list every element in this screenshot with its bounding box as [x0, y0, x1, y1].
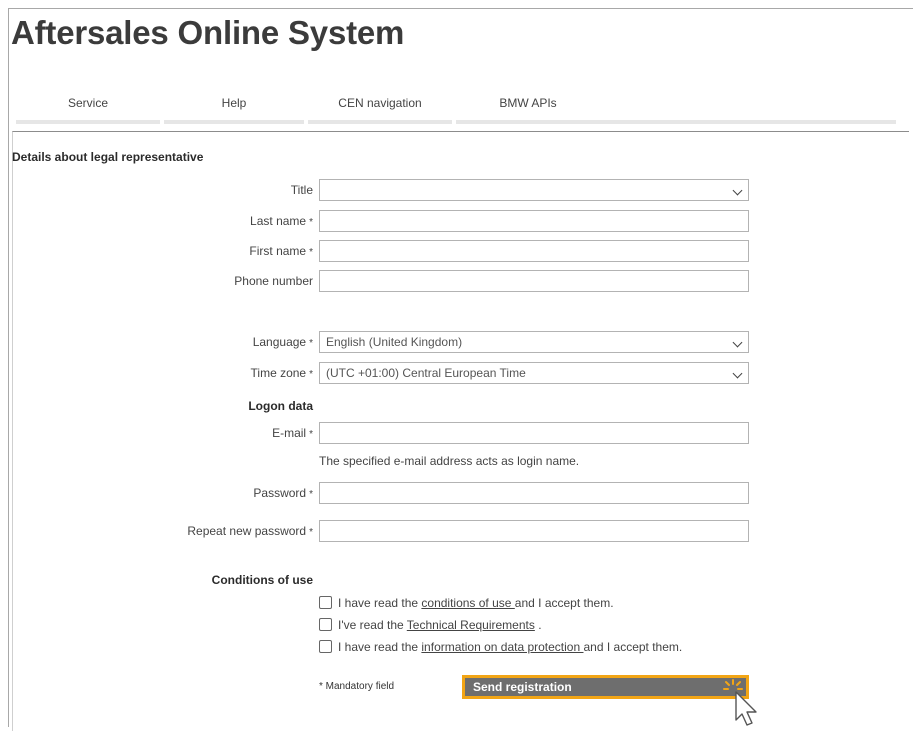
conditions-of-use-row: I have read the conditions of use and I … [319, 596, 614, 612]
send-registration-button[interactable]: Send registration [462, 675, 749, 699]
section-title: Details about legal representative [12, 150, 204, 164]
language-select-value: English (United Kingdom) [326, 335, 463, 349]
data-protection-row: I have read the information on data prot… [319, 640, 682, 656]
repeat-password-label: Repeat new password * [187, 524, 313, 538]
language-select[interactable]: English (United Kingdom) [319, 331, 749, 353]
phone-label: Phone number [234, 274, 313, 288]
technical-requirements-checkbox[interactable] [319, 618, 332, 631]
data-protection-link[interactable]: information on data protection [421, 640, 583, 654]
technical-requirements-row: I've read the Technical Requirements . [319, 618, 542, 634]
nav-item-bmw-apis[interactable]: BMW APIs [456, 96, 600, 124]
language-label: Language * [252, 335, 313, 349]
conditions-heading: Conditions of use [211, 573, 313, 587]
mandatory-field-note: * Mandatory field [319, 681, 395, 692]
email-hint: The specified e-mail address acts as log… [319, 454, 580, 468]
timezone-select[interactable]: (UTC +01:00) Central European Time [319, 362, 749, 384]
password-label: Password * [253, 486, 313, 500]
phone-input[interactable] [319, 270, 749, 292]
nav-item-help[interactable]: Help [164, 96, 304, 124]
repeat-password-input[interactable] [319, 520, 749, 542]
chevron-down-icon [732, 185, 743, 196]
title-label: Title [290, 183, 313, 197]
first-name-input[interactable] [319, 240, 749, 262]
email-input[interactable] [319, 422, 749, 444]
logon-data-heading: Logon data [248, 399, 313, 413]
nav-divider [596, 120, 896, 124]
last-name-input[interactable] [319, 210, 749, 232]
technical-requirements-link[interactable]: Technical Requirements [407, 618, 535, 632]
conditions-of-use-checkbox[interactable] [319, 596, 332, 609]
email-label: E-mail * [272, 426, 313, 440]
nav-item-cen-navigation[interactable]: CEN navigation [308, 96, 452, 124]
top-navigation: Service Help CEN navigation BMW APIs [16, 96, 896, 126]
app-title: Aftersales Online System [11, 14, 405, 51]
chevron-down-icon [732, 337, 743, 348]
title-select[interactable] [319, 179, 749, 201]
chevron-down-icon [732, 368, 743, 379]
timezone-select-value: (UTC +01:00) Central European Time [326, 366, 526, 380]
password-input[interactable] [319, 482, 749, 504]
mouse-pointer-icon [735, 691, 757, 726]
conditions-of-use-link[interactable]: conditions of use [421, 596, 514, 610]
last-name-label: Last name * [250, 214, 313, 228]
data-protection-checkbox[interactable] [319, 640, 332, 653]
timezone-label: Time zone * [250, 366, 313, 380]
first-name-label: First name * [249, 244, 313, 258]
nav-item-service[interactable]: Service [16, 96, 160, 124]
